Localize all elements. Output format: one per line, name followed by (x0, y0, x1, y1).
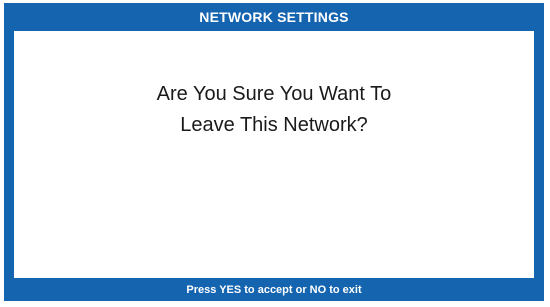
message-line-1: Are You Sure You Want To (156, 83, 392, 105)
screen-title: NETWORK SETTINGS (199, 9, 349, 25)
confirmation-message: Are You Sure You Want To Leave This Netw… (14, 79, 534, 141)
dialog-content: Are You Sure You Want To Leave This Netw… (14, 31, 534, 278)
network-settings-screen: NETWORK SETTINGS Are You Sure You Want T… (4, 3, 544, 301)
message-line-2: Leave This Network? (180, 114, 368, 136)
footer-instruction: Press YES to accept or NO to exit (186, 283, 362, 296)
